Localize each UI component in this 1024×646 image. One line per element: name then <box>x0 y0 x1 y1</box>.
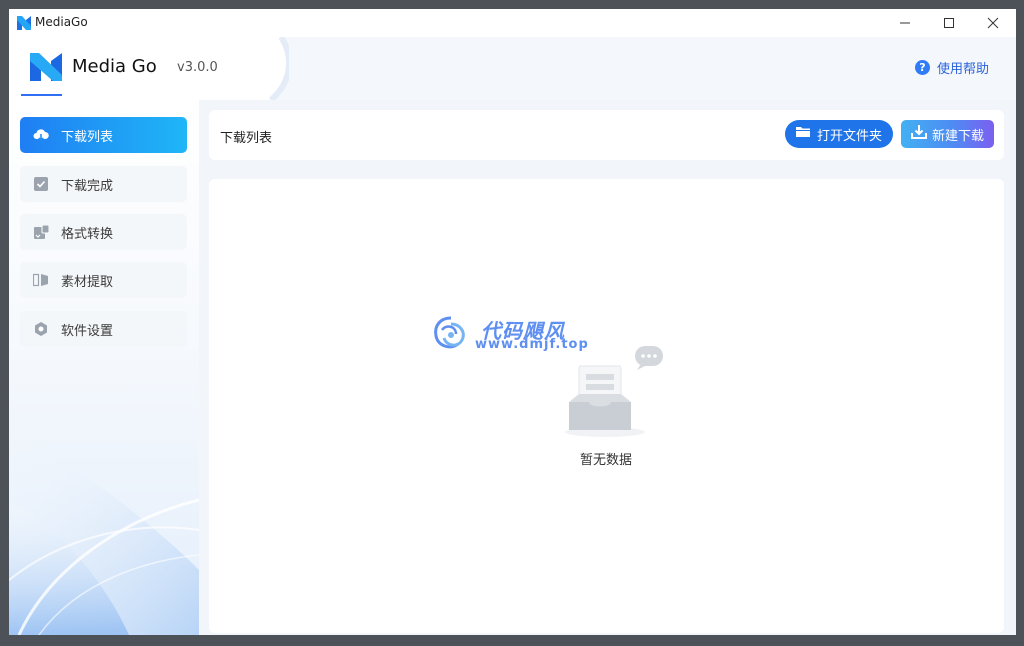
sidebar-item-label: 下载列表 <box>61 129 114 145</box>
new-download-label: 新建下载 <box>931 128 984 144</box>
main-area: 下载列表 打开文件夹 新建下载 代码飓风 www.dmjf.top 暂无数据 <box>199 100 1016 635</box>
cloud-download-icon <box>33 127 49 143</box>
settings-icon <box>33 321 49 337</box>
sidebar-item-label: 下载完成 <box>61 178 114 194</box>
watermark-logo-icon <box>434 316 465 349</box>
folder-icon <box>795 126 810 142</box>
check-box-icon <box>33 176 49 192</box>
extract-icon <box>33 272 49 288</box>
sidebar-item-label: 格式转换 <box>61 226 114 242</box>
sidebar-item-download-list[interactable]: 下载列表 <box>20 117 187 153</box>
title-bar: MediaGo <box>9 9 1016 37</box>
sidebar-item-format-convert[interactable]: 格式转换 <box>20 214 187 250</box>
download-icon <box>910 124 927 144</box>
window-title: MediaGo <box>35 15 88 29</box>
brand-logo-icon <box>30 53 62 81</box>
main-toolbar: 下载列表 打开文件夹 新建下载 <box>209 110 1004 160</box>
sidebar-item-download-complete[interactable]: 下载完成 <box>20 166 187 202</box>
app-header: Media Go v3.0.0 ? 使用帮助 <box>9 37 1016 100</box>
version-label: v3.0.0 <box>177 60 218 75</box>
help-link[interactable]: ? 使用帮助 <box>915 56 989 78</box>
open-folder-label: 打开文件夹 <box>816 128 882 144</box>
sidebar-item-settings[interactable]: 软件设置 <box>20 311 187 347</box>
sidebar-item-label: 素材提取 <box>61 274 114 290</box>
empty-inbox-icon <box>565 346 663 437</box>
app-window: MediaGo Media Go v3.0.0 ? 使用帮助 下载列表 下载完成… <box>9 9 1016 635</box>
new-download-button[interactable]: 新建下载 <box>901 120 994 148</box>
convert-icon <box>33 224 49 240</box>
help-label: 使用帮助 <box>937 61 990 77</box>
minimize-button[interactable] <box>883 9 927 37</box>
download-list-panel: 代码飓风 www.dmjf.top 暂无数据 <box>209 179 1004 633</box>
sidebar: 下载列表 下载完成 格式转换 素材提取 软件设置 <box>9 100 199 635</box>
empty-state-text: 暂无数据 <box>579 453 632 468</box>
sidebar-item-label: 软件设置 <box>61 323 114 339</box>
brand-name: Media Go <box>72 56 157 77</box>
sidebar-item-material-extract[interactable]: 素材提取 <box>20 262 187 298</box>
maximize-button[interactable] <box>927 9 971 37</box>
mediago-logo-icon <box>17 16 31 30</box>
question-icon: ? <box>915 59 930 75</box>
brand-underline <box>21 94 62 96</box>
page-title: 下载列表 <box>220 131 273 146</box>
close-button[interactable] <box>971 9 1015 37</box>
open-folder-button[interactable]: 打开文件夹 <box>785 120 893 148</box>
